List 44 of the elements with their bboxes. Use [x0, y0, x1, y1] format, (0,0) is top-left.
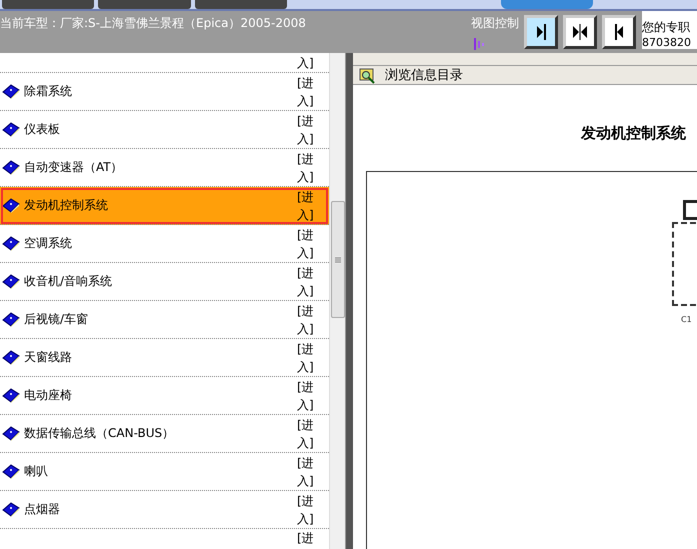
component-label: C1 — [681, 315, 692, 324]
folder-search-icon[interactable] — [359, 66, 377, 84]
browse-catalog-label[interactable]: 浏览信息目录 — [385, 66, 463, 84]
contact-number: 8703820 — [642, 36, 692, 49]
view-control-label: 视图控制 — [471, 15, 519, 32]
book-icon — [2, 198, 20, 214]
contact-label: 您的专职 — [642, 19, 691, 36]
menu-item-label: 收音机/音响系统 — [24, 273, 114, 290]
menu-item-label: 空调系统 — [24, 235, 73, 252]
menu-item-label: 天窗线路 — [24, 349, 73, 366]
enter-link[interactable]: [进入] — [297, 150, 324, 186]
menu-item-label: 点烟器 — [24, 501, 61, 518]
enter-link[interactable]: [进入] — [297, 378, 324, 414]
enter-link[interactable]: [进入] — [297, 226, 324, 262]
menu-item-label: 自动变速器（AT） — [24, 159, 124, 176]
enter-link[interactable]: [进入] — [297, 188, 324, 224]
menu-item-label: 仪表板 — [24, 121, 61, 138]
enter-link[interactable]: [进入] — [297, 416, 324, 452]
enter-link[interactable]: [进入] — [297, 340, 324, 376]
splitter[interactable] — [345, 53, 353, 549]
scroll-thumb[interactable] — [331, 201, 346, 318]
menu-item-label: 后视镜/车窗 — [24, 311, 90, 328]
car-model-text: 当前车型：厂家:S-上海雪佛兰景程（Epica）2005-2008 — [0, 15, 307, 32]
menu-item-label: 电动座椅 — [24, 387, 73, 404]
scrollbar[interactable] — [329, 53, 345, 549]
menu-item-label: 喇叭 — [24, 463, 49, 480]
arrow-icon — [570, 22, 590, 42]
view-toggle-button[interactable] — [563, 15, 597, 49]
enter-link[interactable]: [进入] — [297, 302, 324, 338]
menu-item[interactable]: 发动机控制系统 [进入] — [0, 187, 330, 225]
enter-link[interactable]: [进入] — [297, 454, 324, 490]
menu-item-label: 发动机控制系统 — [24, 197, 109, 214]
menu-item-label: 数据传输总线（CAN-BUS） — [24, 425, 176, 442]
view-toggle-button[interactable] — [524, 15, 558, 49]
enter-link[interactable]: [进 — [297, 529, 324, 547]
view-toggle-button[interactable] — [602, 15, 636, 49]
enter-link[interactable]: [进入] — [297, 74, 324, 110]
enter-link[interactable]: [进入] — [297, 264, 324, 300]
enter-link[interactable]: 入] — [297, 54, 324, 72]
diagram-title: 发动机控制系统 — [581, 124, 687, 143]
enter-link[interactable]: [进入] — [297, 492, 324, 528]
menu-item-label: 除霜系统 — [24, 83, 73, 100]
enter-link[interactable]: [进入] — [297, 112, 324, 148]
top-tab[interactable] — [500, 0, 593, 9]
